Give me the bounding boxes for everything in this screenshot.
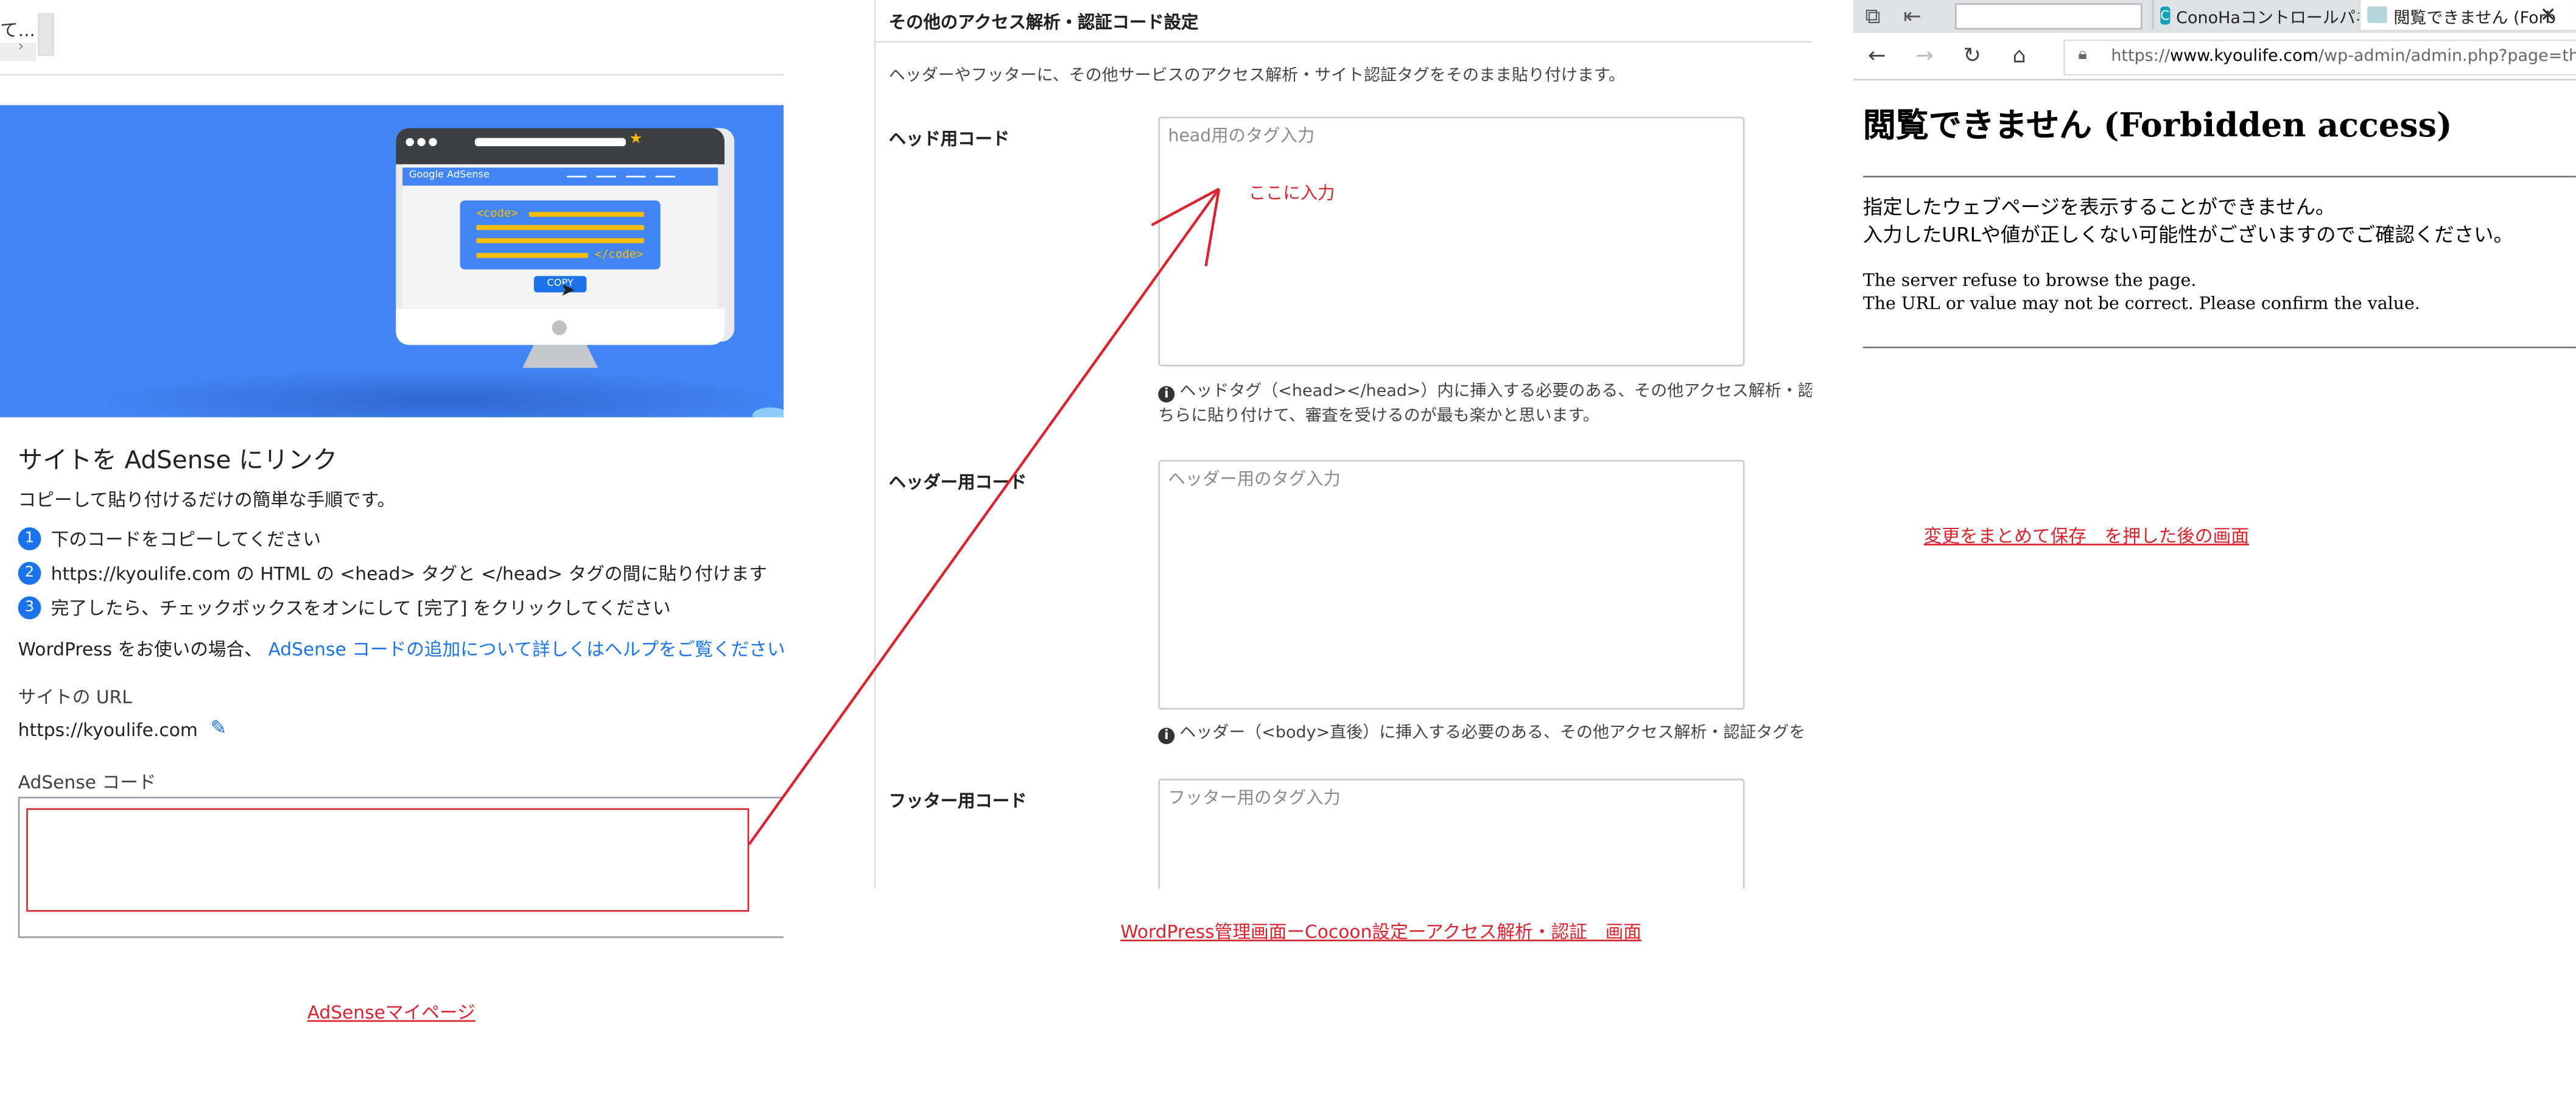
arrow-shaft	[749, 189, 1219, 844]
screenshot-stage: て... › ★ Google AdSense	[0, 0, 2576, 1119]
arrow-head-left	[1152, 189, 1220, 225]
red-annotation-arrow	[0, 0, 2576, 1119]
arrow-head-right	[1206, 189, 1220, 266]
